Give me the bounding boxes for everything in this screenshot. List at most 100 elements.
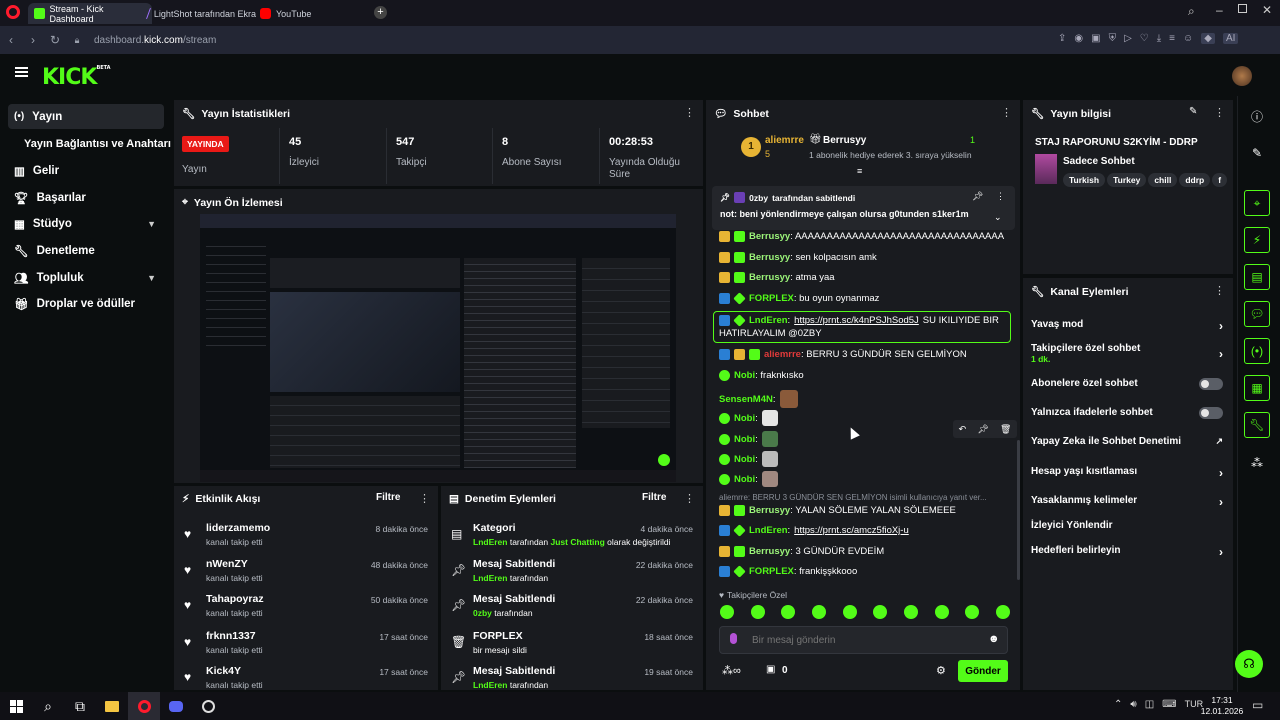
emote-image[interactable]	[934, 605, 949, 619]
edit-icon[interactable]: ✎	[1189, 106, 1197, 117]
chat-user[interactable]: LndEren	[749, 525, 788, 536]
chat-user[interactable]: Nobi	[734, 434, 755, 445]
chat-settings-icon[interactable]: ⚙	[936, 664, 946, 677]
chat-user[interactable]: Nobi	[734, 474, 755, 485]
emote-image[interactable]	[995, 605, 1010, 619]
stream-preview-video[interactable]	[200, 214, 676, 482]
download-icon[interactable]: ⤓	[1157, 33, 1161, 44]
forward-icon[interactable]: ›	[22, 33, 44, 47]
more-options-icon[interactable]: ⋮	[684, 492, 695, 505]
chat-message[interactable]: SensenM4N:	[719, 390, 798, 408]
discord-icon[interactable]	[160, 692, 192, 720]
tag-chip[interactable]: Turkey	[1107, 173, 1147, 187]
keyboard-icon[interactable]: ⌨	[1162, 699, 1176, 710]
extension-icon[interactable]: ◆	[1201, 33, 1215, 44]
chat-message[interactable]: Nobi:	[719, 451, 778, 467]
follower-only-row[interactable]: Takipçilere özel sohbet 1 dk. ›	[1031, 343, 1227, 367]
emote-image[interactable]	[720, 605, 734, 619]
chat-user[interactable]: Berrusyy	[749, 505, 790, 516]
chat-user[interactable]: aliemrre	[764, 349, 801, 360]
category-name[interactable]: Sadece Sohbet	[1063, 156, 1135, 167]
emote-image[interactable]	[842, 605, 857, 619]
reply-icon[interactable]: ↶	[959, 424, 967, 435]
close-window-button[interactable]: ✕	[1262, 3, 1272, 17]
chat-user[interactable]: Berrusyy	[749, 272, 790, 283]
activity-user[interactable]: liderzamemo	[206, 522, 270, 534]
goals-row[interactable]: Hedefleri belirleyin ›	[1031, 545, 1227, 559]
chat-message-input[interactable]	[752, 632, 972, 648]
sidebar-item-stream[interactable]: (•) Yayın	[8, 104, 164, 129]
chat-user[interactable]: Nobi	[734, 413, 755, 424]
more-options-icon[interactable]: ⋮	[1214, 106, 1225, 119]
microphone-icon[interactable]	[730, 633, 737, 644]
emote-image[interactable]	[781, 605, 796, 619]
info-icon[interactable]: ⓘ	[1244, 103, 1270, 129]
sidebar-item-stream-key[interactable]: Yayın Bağlantısı ve Anahtarı	[18, 131, 174, 156]
chat-input-box[interactable]: ☻	[719, 626, 1008, 654]
tab-lightshot[interactable]: LightShot tarafından Ekra	[142, 3, 262, 24]
preview-toggle-icon[interactable]: ⌖	[1244, 190, 1270, 216]
wrench-icon[interactable]: 🔧︎	[1244, 412, 1270, 438]
emote-image[interactable]	[873, 605, 888, 619]
chat-message[interactable]: FORPLEX: frankişşkkooo	[719, 565, 857, 578]
network-icon[interactable]: ◫	[1145, 699, 1154, 710]
unpin-icon[interactable]: 📌︎	[972, 191, 983, 202]
url-field[interactable]: dashboard.kick.com/stream	[94, 35, 216, 46]
sidebar-item-moderation[interactable]: 🔧︎ Denetleme	[8, 238, 164, 263]
kick-logo[interactable]: KICKBETA	[42, 65, 111, 90]
heart-icon[interactable]: ♡	[1140, 33, 1149, 44]
chat-message[interactable]: Nobi: fraknkısko	[719, 370, 804, 381]
trash-icon[interactable]: 🗑︎	[1000, 424, 1011, 435]
tag-chip[interactable]: ddrp	[1179, 173, 1211, 187]
share-icon[interactable]: ⇪	[1058, 33, 1066, 44]
send-button[interactable]: Gönder	[958, 660, 1008, 682]
chat-message[interactable]: Berrusyy: sen kolpacısın amk	[719, 252, 877, 263]
screenshot-icon[interactable]: ▣	[1091, 33, 1100, 44]
pencil-icon[interactable]: ✎	[1244, 140, 1270, 166]
chat-message-highlighted[interactable]: LndEren: https://prnt.sc/k4nPSJhSod5J SU …	[713, 311, 1011, 343]
chat-user[interactable]: Berrusyy	[749, 546, 790, 557]
activity-user[interactable]: nWenZY	[206, 558, 248, 570]
modlog-user[interactable]: LndEren	[473, 680, 507, 690]
chat-link[interactable]: https://prnt.sc/k4nPSJhSod5J	[794, 315, 919, 326]
pinned-more-icon[interactable]: ⋮	[996, 191, 1005, 202]
activity-user[interactable]: Tahapoyraz	[206, 593, 264, 605]
chat-user[interactable]: Berrusyy	[749, 252, 790, 263]
reload-icon[interactable]: ↻	[44, 33, 66, 47]
chat-message[interactable]: Berrusyy: AAAAAAAAAAAAAAAAAAAAAAAAAAAAAA…	[719, 231, 1004, 242]
pin-icon[interactable]: 📌︎	[977, 424, 988, 435]
emote-image[interactable]	[750, 605, 765, 619]
restore-button[interactable]	[1238, 4, 1247, 13]
shield-icon[interactable]: ⛨	[1109, 33, 1117, 44]
emote-image[interactable]	[903, 605, 918, 619]
chat-user[interactable]: SensenM4N	[719, 394, 773, 405]
search-tabs-icon[interactable]: ⌕	[1188, 4, 1195, 19]
chat-message[interactable]: Berrusyy: YALAN SÖLEME YALAN SÖLEMEEE	[719, 505, 956, 516]
sidebar-item-revenue[interactable]: ▥ Gelir	[8, 158, 164, 183]
gifter-name[interactable]: Berrusyy	[823, 135, 866, 146]
camera-icon[interactable]: ◉	[1074, 33, 1083, 44]
chat-user[interactable]: Berrusyy	[749, 231, 790, 242]
more-options-icon[interactable]: ⋮	[1214, 284, 1225, 297]
sidebar-item-community[interactable]: 👥︎ Topluluk ▼	[8, 265, 164, 290]
play-icon[interactable]: ▷	[1124, 33, 1132, 44]
sidebar-item-achievements[interactable]: 🏆︎ Başarılar	[8, 185, 164, 210]
chat-message[interactable]: FORPLEX: bu oyun oynanmaz	[719, 292, 879, 305]
account-age-row[interactable]: Hesap yaşı kısıtlaması ›	[1031, 466, 1227, 480]
file-explorer-icon[interactable]	[96, 692, 128, 720]
profile-icon[interactable]: ☺	[1183, 33, 1193, 44]
raid-row[interactable]: İzleyici Yönlendir	[1031, 520, 1227, 534]
new-tab-button[interactable]: +	[374, 6, 387, 19]
opera-taskbar-icon[interactable]	[128, 692, 160, 720]
modlog-filter-button[interactable]: Filtre	[642, 492, 666, 503]
document-icon[interactable]: ▤	[1244, 264, 1270, 290]
speaker-icon[interactable]: 🔊︎	[1130, 699, 1136, 710]
activity-user[interactable]: Kick4Y	[206, 665, 241, 677]
notification-icon[interactable]: ▭	[1252, 698, 1263, 712]
sidebar-item-drops[interactable]: 🎁︎ Droplar ve ödüller	[8, 291, 164, 316]
ai-moderation-row[interactable]: Yapay Zeka ile Sohbet Denetimi ↗	[1031, 436, 1227, 450]
windows-start-icon[interactable]	[0, 692, 32, 720]
chat-user[interactable]: FORPLEX	[749, 293, 794, 304]
support-chat-icon[interactable]: ☊	[1235, 650, 1263, 678]
back-icon[interactable]: ‹	[0, 33, 22, 47]
